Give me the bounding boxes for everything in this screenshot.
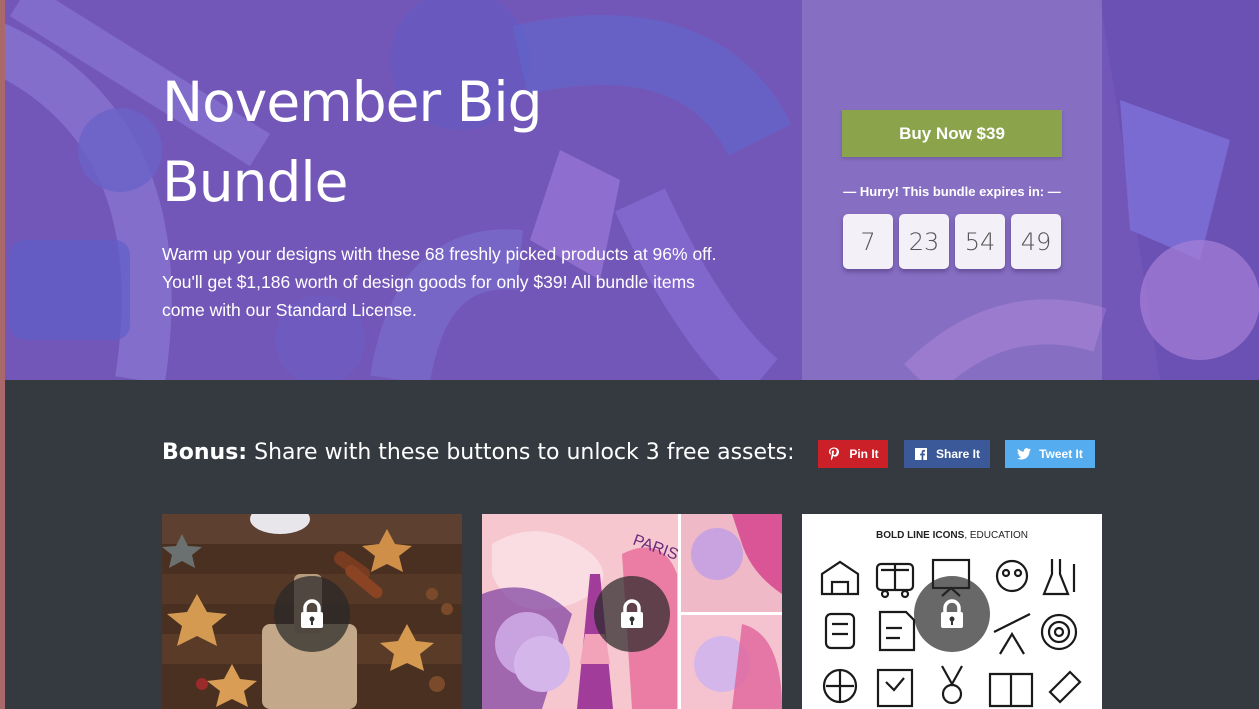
- twitter-icon: [1017, 447, 1032, 461]
- tweet-it-button[interactable]: Tweet It: [1005, 440, 1095, 468]
- share-it-label: Share It: [935, 447, 980, 461]
- share-it-button[interactable]: Share It: [904, 440, 990, 468]
- lock-icon: [301, 599, 323, 628]
- pin-it-label: Pin It: [849, 447, 879, 461]
- page-title: November Big Bundle: [162, 70, 543, 214]
- left-edge-strip: [0, 0, 5, 709]
- pin-it-button[interactable]: Pin It: [818, 440, 888, 468]
- lock-overlay: [274, 576, 350, 652]
- pinterest-icon: [827, 447, 841, 461]
- buy-now-button[interactable]: Buy Now $39: [842, 110, 1062, 157]
- asset-card-paris[interactable]: PARIS: [482, 514, 782, 709]
- countdown-days: 7: [843, 214, 893, 269]
- lock-overlay: [594, 576, 670, 652]
- countdown-seconds: 49: [1011, 214, 1061, 269]
- bonus-text: Share with these buttons to unlock 3 fre…: [247, 440, 795, 465]
- bonus-heading: Bonus: Share with these buttons to unloc…: [162, 440, 795, 465]
- lock-icon: [941, 599, 963, 628]
- countdown-timer: 7 23 54 49: [843, 214, 1061, 269]
- lock-icon: [621, 599, 643, 628]
- countdown-minutes: 54: [955, 214, 1005, 269]
- bundle-description: Warm up your designs with these 68 fresh…: [162, 244, 717, 320]
- facebook-icon: [914, 447, 928, 461]
- expiry-notice: — Hurry! This bundle expires in: —: [843, 184, 1061, 199]
- countdown-hours: 23: [899, 214, 949, 269]
- asset-card-cookies[interactable]: [162, 514, 462, 709]
- bonus-lead: Bonus:: [162, 440, 248, 465]
- asset-card-line-icons[interactable]: BOLD LINE ICONS, EDUCATION: [802, 514, 1102, 709]
- lock-overlay: [914, 576, 990, 652]
- hero-banner: November Big Bundle Warm up your designs…: [0, 0, 1259, 380]
- tweet-it-label: Tweet It: [1039, 447, 1083, 461]
